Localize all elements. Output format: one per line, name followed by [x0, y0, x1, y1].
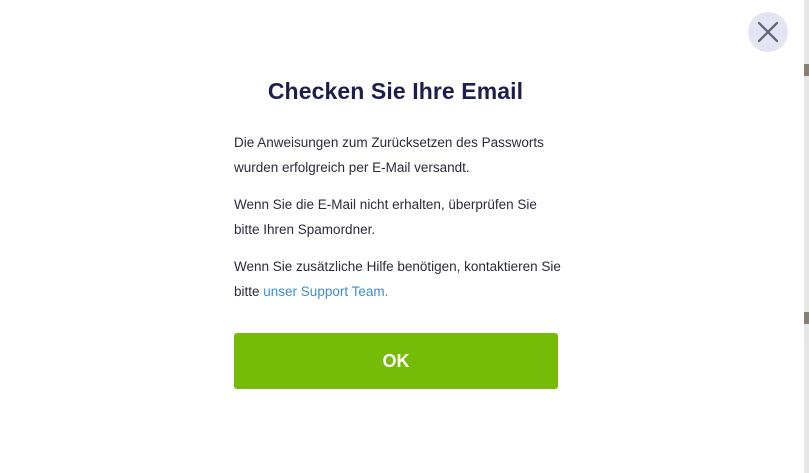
dialog-body: Die Anweisungen zum Zurücksetzen des Pas… [234, 131, 564, 317]
success-message: Die Anweisungen zum Zurücksetzen des Pas… [234, 135, 544, 175]
support-hint: Wenn Sie zusätzliche Hilfe benötigen, ko… [234, 255, 564, 304]
spam-hint: Wenn Sie die E-Mail nicht erhalten, über… [234, 197, 537, 237]
support-team-link[interactable]: unser Support Team. [263, 284, 388, 299]
close-icon [757, 21, 779, 43]
dialog-title: Checken Sie Ihre Email [267, 78, 524, 104]
modal-dialog: Checken Sie Ihre Email Die Anweisungen z… [0, 0, 809, 473]
close-button[interactable] [748, 12, 788, 52]
background-mark [804, 312, 809, 324]
page-background-edge [804, 0, 809, 473]
ok-button[interactable]: OK [234, 333, 558, 389]
background-mark [804, 64, 809, 76]
